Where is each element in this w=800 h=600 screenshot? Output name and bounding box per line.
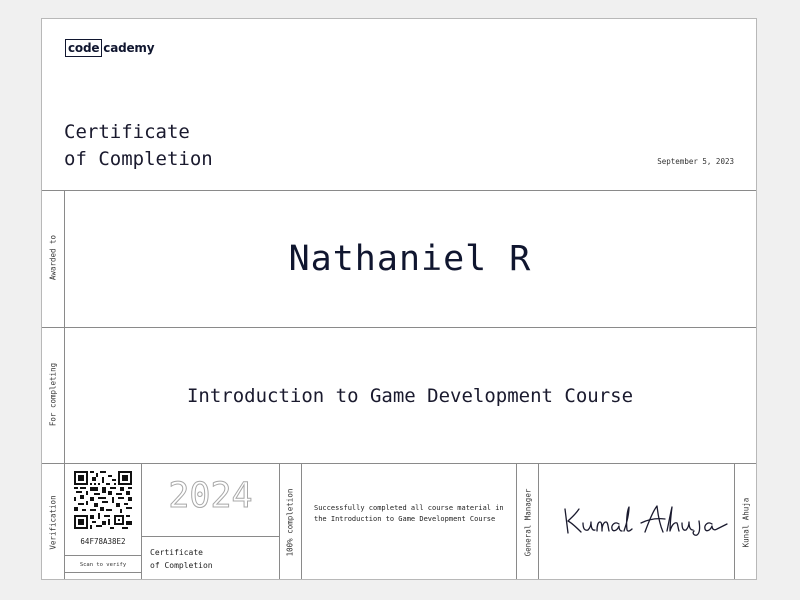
- recipient-name: Nathaniel R: [288, 238, 532, 279]
- verification-id: 64F78A38E2: [80, 537, 126, 546]
- certificate-title: Certificate of Completion: [64, 119, 213, 173]
- issue-date: September 5, 2023: [657, 157, 734, 166]
- course-name: Introduction to Game Development Course: [186, 384, 634, 407]
- divider-signature-name: [734, 463, 735, 579]
- divider-year-completion: [279, 463, 280, 579]
- signature: [557, 497, 737, 537]
- divider-desc-manager: [516, 463, 517, 579]
- title-line-2: of Completion: [64, 148, 213, 170]
- divider-manager-signature: [538, 463, 539, 579]
- certificate-small-line-1: Certificate: [150, 548, 203, 557]
- qr-code[interactable]: [74, 471, 132, 529]
- verification-label: Verification: [48, 495, 58, 550]
- year-outline: 2024: [142, 476, 279, 517]
- divider-id-scan: [64, 572, 141, 573]
- logo-cademy-text: cademy: [103, 41, 155, 55]
- for-completing-label: For completing: [48, 362, 58, 427]
- scan-to-verify-text: Scan to verify: [79, 562, 127, 568]
- certificate-small-title: Certificate of Completion: [150, 546, 213, 572]
- general-manager-label: General Manager: [523, 488, 533, 557]
- divider-completion-desc: [301, 463, 302, 579]
- year-text: 2024: [168, 476, 253, 517]
- codecademy-logo: code cademy: [65, 39, 155, 57]
- completion-description: Successfully completed all course materi…: [314, 504, 504, 523]
- signer-name-label: Kunal Ahuja: [741, 497, 751, 548]
- title-line-1: Certificate: [64, 121, 190, 143]
- logo-code-box: code: [65, 39, 103, 57]
- completion-label: 100% completion: [285, 488, 295, 557]
- divider-year: [141, 536, 279, 537]
- awarded-to-label: Awarded to: [48, 234, 58, 281]
- divider-qr-id: [64, 555, 141, 556]
- certificate-small-line-2: of Completion: [150, 561, 213, 570]
- certificate: code cademy Certificate of Completion Sep…: [41, 18, 757, 580]
